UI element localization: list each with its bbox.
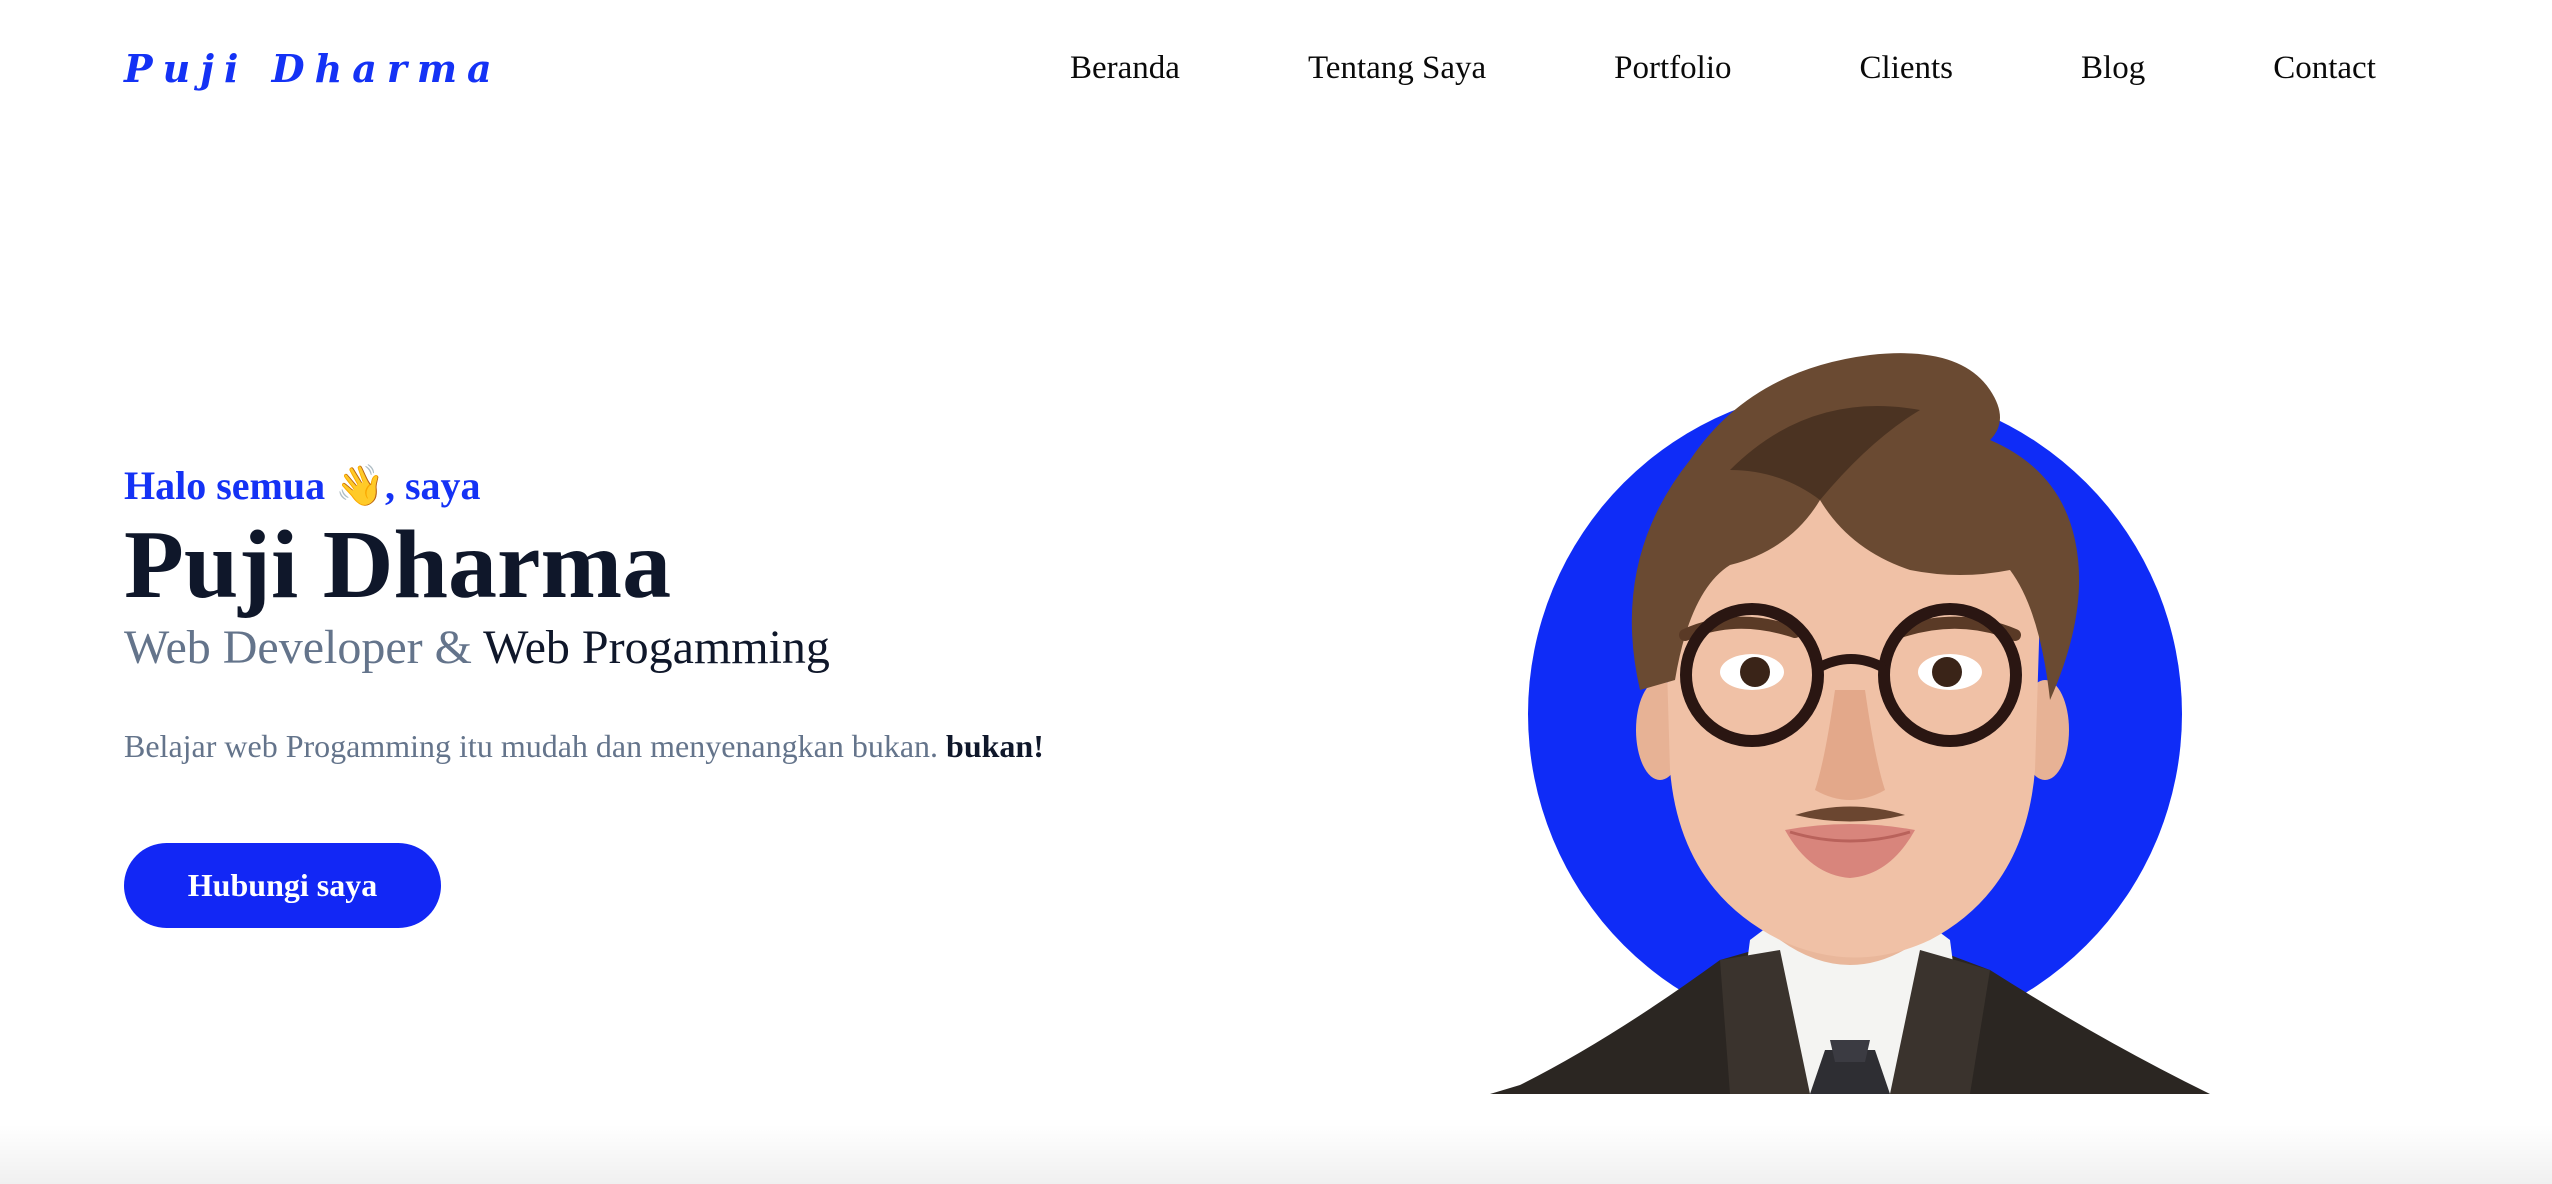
site-header: Puji Dharma Beranda Tentang Saya Portfol… bbox=[0, 0, 2552, 150]
description-text: Belajar web Progamming itu mudah dan men… bbox=[124, 728, 939, 765]
role-primary: Web Developer & bbox=[124, 620, 472, 674]
hero-role: Web Developer & Web Progamming bbox=[124, 619, 1324, 677]
hero-greeting: Halo semua 👋, saya bbox=[124, 462, 1324, 510]
nav-link-beranda[interactable]: Beranda bbox=[1070, 50, 1180, 87]
greeting-suffix: , saya bbox=[384, 463, 481, 508]
greeting-text: Halo semua bbox=[124, 463, 326, 508]
nav-link-blog[interactable]: Blog bbox=[2081, 50, 2145, 87]
nav-link-portfolio[interactable]: Portfolio bbox=[1614, 50, 1731, 87]
nav-link-tentang-saya[interactable]: Tentang Saya bbox=[1308, 50, 1486, 87]
hero-description: Belajar web Progamming itu mudah dan men… bbox=[124, 728, 1324, 765]
profile-illustration bbox=[1490, 350, 2210, 1094]
section-divider-shadow bbox=[0, 1124, 2552, 1184]
description-emphasis: bukan! bbox=[946, 728, 1044, 765]
contact-me-button[interactable]: Hubungi saya bbox=[124, 843, 441, 928]
hero-name: Puji Dharma bbox=[124, 511, 672, 619]
nav-link-contact[interactable]: Contact bbox=[2273, 50, 2376, 87]
site-logo[interactable]: Puji Dharma bbox=[124, 46, 502, 91]
role-secondary: Web Progamming bbox=[483, 620, 830, 674]
nav-link-clients[interactable]: Clients bbox=[1860, 50, 1954, 87]
hero-intro: Halo semua 👋, saya Puji Dharma Web Devel… bbox=[124, 462, 1324, 765]
waving-hand-icon: 👋 bbox=[335, 463, 385, 509]
main-nav: Beranda Tentang Saya Portfolio Clients B… bbox=[1070, 50, 2376, 87]
